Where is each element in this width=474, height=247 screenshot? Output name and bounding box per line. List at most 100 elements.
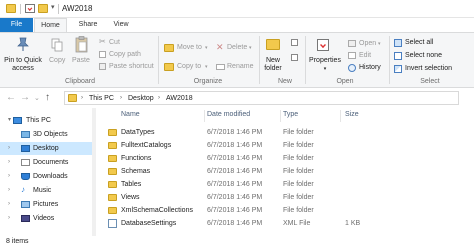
new-folder-icon <box>266 39 280 50</box>
ribbon-separator <box>305 36 306 84</box>
folder-icon <box>6 4 16 13</box>
properties-quick-icon[interactable] <box>25 4 35 13</box>
forward-icon[interactable]: → <box>20 92 30 103</box>
chevron-right-icon[interactable]: › <box>8 212 10 225</box>
list-item[interactable]: Views 6/7/2018 1:46 PM File folder <box>100 192 474 203</box>
delete-icon: ✕ <box>216 42 224 52</box>
sidebar-item-label: Videos <box>33 215 55 222</box>
folder-icon <box>108 142 117 149</box>
history-icon <box>348 64 356 72</box>
list-item[interactable]: DatabaseSettings 6/7/2018 1:46 PM XML Fi… <box>100 218 474 229</box>
paste-icon <box>75 36 88 53</box>
chevron-down-icon[interactable]: ▾ <box>8 114 11 127</box>
list-item[interactable]: DataTypes 6/7/2018 1:46 PM File folder <box>100 127 474 138</box>
file-date: 6/7/2018 1:46 PM <box>207 181 263 188</box>
column-divider[interactable] <box>340 110 341 122</box>
list-item[interactable]: Tables 6/7/2018 1:46 PM File folder <box>100 179 474 190</box>
file-name: DatabaseSettings <box>121 220 177 227</box>
file-date: 6/7/2018 1:46 PM <box>207 207 263 214</box>
nav-scrollbar[interactable] <box>92 108 96 247</box>
file-size: 1 KB <box>345 220 361 227</box>
invert-selection-label: Invert selection <box>405 65 453 72</box>
ribbon-separator <box>389 36 390 84</box>
file-name: DataTypes <box>121 129 155 136</box>
folder-icon <box>108 207 117 214</box>
list-item[interactable]: Functions 6/7/2018 1:46 PM File folder <box>100 153 474 164</box>
group-label-new: New <box>277 78 292 85</box>
chevron-right-icon[interactable]: › <box>8 184 10 197</box>
file-date: 6/7/2018 1:46 PM <box>207 168 263 175</box>
folder-icon <box>108 194 117 201</box>
chevron-down-icon: ▾ <box>323 66 327 72</box>
invert-selection-icon <box>394 65 402 73</box>
column-divider[interactable] <box>280 110 281 122</box>
new-folder-label-line2: folder <box>264 65 282 72</box>
file-type: File folder <box>283 155 314 162</box>
ribbon-separator <box>158 36 159 84</box>
group-label-organize: Organize <box>193 78 223 85</box>
sidebar-item-3d-objects[interactable]: 3D Objects <box>0 128 92 141</box>
chevron-right-icon[interactable]: › <box>8 142 10 155</box>
sidebar-item-videos[interactable]: › Videos <box>0 212 92 225</box>
file-date: 6/7/2018 1:46 PM <box>207 220 263 227</box>
folder-icon <box>108 155 117 162</box>
download-icon <box>21 173 30 180</box>
file-date: 6/7/2018 1:46 PM <box>207 142 263 149</box>
copy-path-icon <box>99 51 106 58</box>
paste-shortcut-icon <box>99 63 106 70</box>
quick-access-dropdown-icon[interactable]: ▾ <box>51 3 55 11</box>
breadcrumb-aw2018[interactable]: AW2018 <box>166 94 193 103</box>
sidebar-item-desktop[interactable]: › Desktop <box>0 142 92 155</box>
rename-label: Rename <box>227 63 254 70</box>
up-icon[interactable]: ↑ <box>45 92 50 103</box>
tab-view[interactable]: View <box>106 18 136 32</box>
folder-icon <box>108 181 117 188</box>
list-item[interactable]: XmlSchemaCollections 6/7/2018 1:46 PM Fi… <box>100 205 474 216</box>
open-icon <box>348 40 356 47</box>
column-header-size[interactable]: Size <box>345 110 359 120</box>
document-icon <box>21 159 30 166</box>
file-type: XML File <box>283 220 311 227</box>
sidebar-item-this-pc[interactable]: ▾ This PC <box>0 114 92 127</box>
sidebar-item-documents[interactable]: › Documents <box>0 156 92 169</box>
breadcrumb-separator: › <box>120 95 122 101</box>
delete-label: Delete <box>227 44 248 51</box>
file-type: File folder <box>283 207 314 214</box>
list-item[interactable]: Schemas 6/7/2018 1:46 PM File folder <box>100 166 474 177</box>
new-folder-quick-icon[interactable] <box>38 4 48 13</box>
sidebar-item-pictures[interactable]: › Pictures <box>0 198 92 211</box>
chevron-down-icon: ▾ <box>249 45 252 51</box>
sidebar-item-music[interactable]: › ♪ Music <box>0 184 92 197</box>
back-icon[interactable]: ← <box>6 92 16 103</box>
breadcrumb-separator: › <box>81 95 83 101</box>
breadcrumb-desktop[interactable]: Desktop <box>128 94 154 103</box>
list-item[interactable]: FulltextCatalogs 6/7/2018 1:46 PM File f… <box>100 140 474 151</box>
paste-shortcut-label: Paste shortcut <box>109 63 154 70</box>
tab-home[interactable]: Home <box>34 18 67 32</box>
video-icon <box>21 215 30 222</box>
pin-label-line1: Pin to Quick <box>4 57 42 64</box>
tab-file[interactable]: File <box>0 18 33 32</box>
column-header-date[interactable]: Date modified <box>207 110 250 120</box>
copy-label: Copy <box>49 57 66 64</box>
file-name: XmlSchemaCollections <box>121 207 193 214</box>
breadcrumb-this-pc[interactable]: This PC <box>89 94 114 103</box>
group-label-clipboard: Clipboard <box>65 78 95 85</box>
sidebar-item-downloads[interactable]: › Downloads <box>0 170 92 183</box>
chevron-right-icon[interactable]: › <box>8 170 10 183</box>
rename-icon <box>216 64 225 70</box>
column-header-name[interactable]: Name <box>121 110 140 120</box>
file-name: Tables <box>121 181 142 188</box>
recent-locations-icon[interactable]: ⌄ <box>34 93 40 104</box>
address-bar[interactable]: › This PC › Desktop › AW2018 <box>64 91 459 105</box>
column-divider[interactable] <box>204 110 205 122</box>
chevron-right-icon[interactable]: › <box>8 198 10 211</box>
chevron-right-icon[interactable]: › <box>8 156 10 169</box>
cut-label: Cut <box>109 39 120 46</box>
column-header-type[interactable]: Type <box>283 110 298 120</box>
tab-share[interactable]: Share <box>72 18 104 32</box>
picture-icon <box>21 201 30 208</box>
file-name: FulltextCatalogs <box>121 142 172 149</box>
title-bar: ▾ AW2018 <box>0 0 474 18</box>
file-type: File folder <box>283 129 314 136</box>
